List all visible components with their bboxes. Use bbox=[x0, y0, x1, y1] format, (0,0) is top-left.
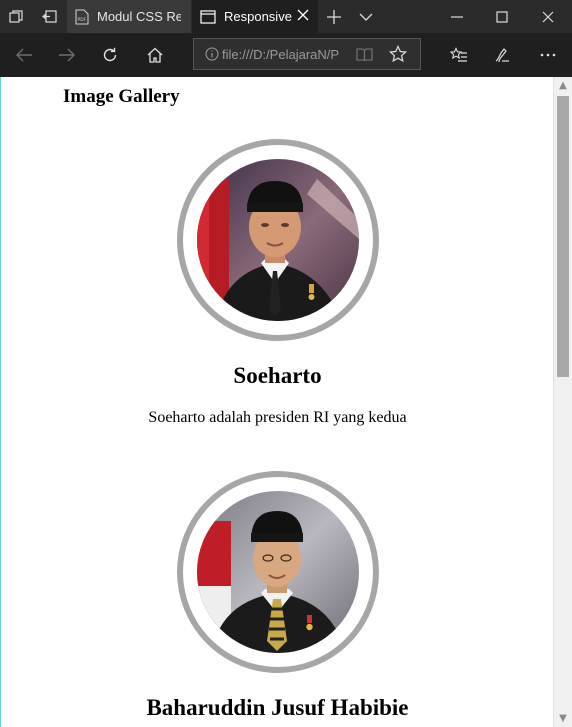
info-icon[interactable] bbox=[205, 47, 219, 66]
page-viewport: Image Gallery Soeharto Soeharto adalah p… bbox=[0, 77, 553, 727]
back-arrow-icon[interactable] bbox=[2, 33, 46, 77]
maximize-icon[interactable] bbox=[479, 0, 525, 33]
vertical-scrollbar[interactable]: ▲ ▼ bbox=[553, 77, 572, 727]
card-name: Baharuddin Jusuf Habibie bbox=[146, 695, 409, 720]
card-name: Soeharto bbox=[233, 363, 322, 388]
chevron-down-icon[interactable] bbox=[350, 0, 382, 33]
favorites-hub-icon[interactable] bbox=[437, 33, 481, 77]
gallery-card: Soeharto Soeharto adalah presiden RI yan… bbox=[1, 139, 553, 427]
navigation-bar: file:///D:/PelajaraN/P bbox=[0, 33, 572, 77]
browser-chrome: PDF Modul CSS Res Responsive file:///D:/… bbox=[0, 0, 572, 77]
minimize-icon[interactable] bbox=[434, 0, 480, 33]
portrait-frame bbox=[176, 471, 379, 673]
reading-view-icon[interactable] bbox=[356, 47, 373, 66]
favorite-star-icon[interactable] bbox=[388, 45, 408, 68]
scroll-down-arrow-icon[interactable]: ▼ bbox=[554, 710, 572, 727]
close-window-icon[interactable] bbox=[525, 0, 571, 33]
scroll-up-arrow-icon[interactable]: ▲ bbox=[554, 77, 572, 94]
forward-arrow-icon[interactable] bbox=[45, 33, 89, 77]
new-tab-icon[interactable] bbox=[318, 0, 350, 33]
page-title: Image Gallery bbox=[63, 86, 180, 107]
address-text: file:///D:/PelajaraN/P bbox=[222, 46, 340, 62]
tab-label: Modul CSS Res bbox=[97, 9, 181, 24]
pdf-icon: PDF bbox=[75, 8, 89, 25]
portrait-frame bbox=[176, 139, 379, 341]
close-tab-icon[interactable] bbox=[296, 8, 310, 25]
home-icon[interactable] bbox=[133, 33, 177, 77]
svg-text:PDF: PDF bbox=[78, 17, 87, 23]
tab-modul-css[interactable]: PDF Modul CSS Res bbox=[67, 0, 191, 33]
tab-responsive[interactable]: Responsive bbox=[192, 0, 318, 33]
more-options-icon[interactable] bbox=[526, 33, 570, 77]
gallery-card: Baharuddin Jusuf Habibie bbox=[1, 471, 553, 721]
card-description: Soeharto adalah presiden RI yang kedua bbox=[148, 409, 407, 426]
tab-manager-icon[interactable] bbox=[0, 0, 32, 33]
scrollbar-thumb[interactable] bbox=[557, 96, 569, 377]
address-bar[interactable]: file:///D:/PelajaraN/P bbox=[193, 38, 421, 70]
portrait-image bbox=[196, 491, 359, 653]
tab-bar: PDF Modul CSS Res Responsive bbox=[0, 0, 572, 33]
portrait-image bbox=[196, 159, 359, 321]
page-icon bbox=[200, 9, 216, 24]
web-note-pen-icon[interactable] bbox=[480, 33, 524, 77]
set-tabs-aside-icon[interactable] bbox=[33, 0, 65, 33]
refresh-icon[interactable] bbox=[88, 33, 132, 77]
